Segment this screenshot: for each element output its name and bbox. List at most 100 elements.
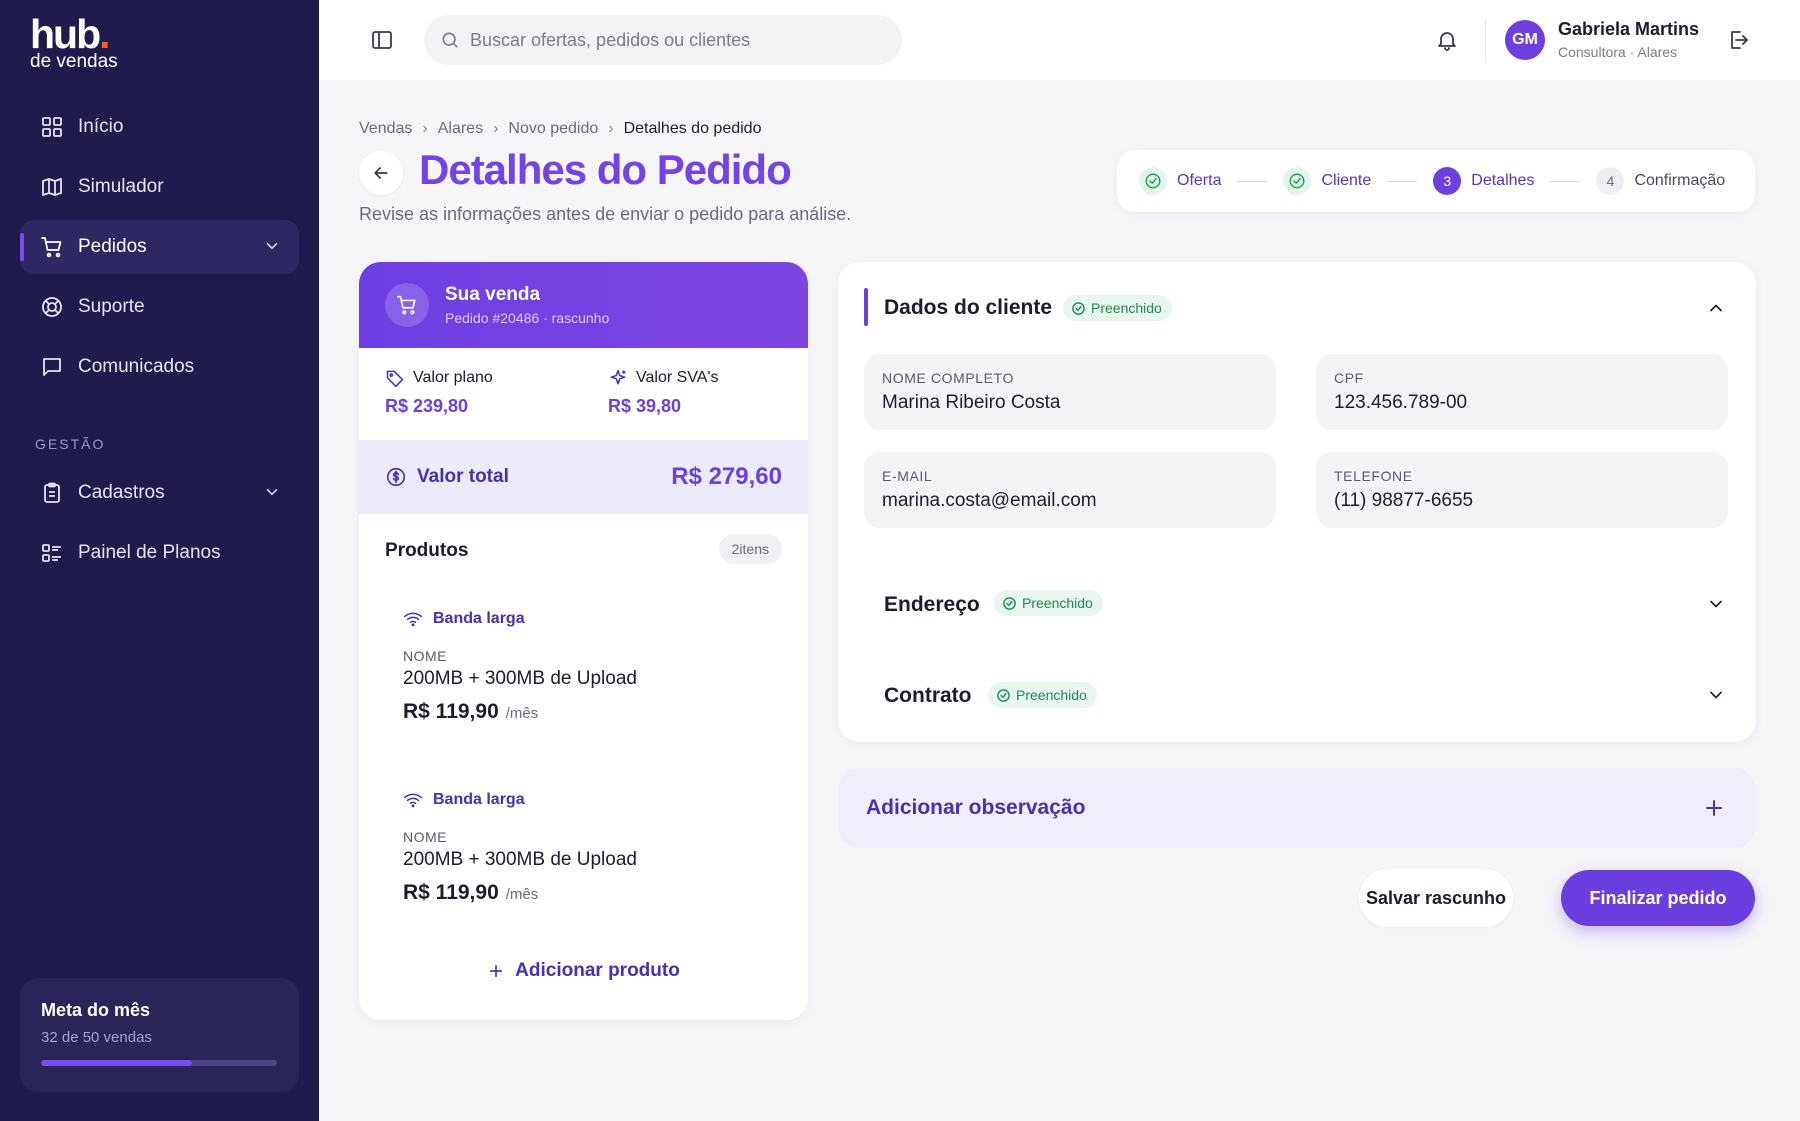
contract-section-title[interactable]: Contrato [884,684,972,708]
sidebar-item-suporte[interactable]: Suporte [20,280,299,334]
breadcrumb-item-current: Detalhes do pedido [623,120,762,137]
arrow-left-icon [374,167,388,179]
sidebar-item-label: Início [78,116,124,137]
step-label: Confirmação [1634,172,1726,189]
logo-sub: de vendas [30,51,118,72]
chevron-down-icon[interactable] [1706,685,1726,705]
sidebar-toggle-icon[interactable] [370,28,394,52]
sparkles-icon [610,369,626,385]
sidebar-item-simulador[interactable]: Simulador [20,160,299,214]
grid-icon [42,117,62,137]
breadcrumb-item-novo-pedido[interactable]: Novo pedido [508,120,598,138]
field-label: CPF [1334,370,1364,386]
add-product-button[interactable]: Adicionar produto [359,960,808,982]
sidebar-item-label: Pedidos [78,236,147,257]
back-button[interactable] [359,151,403,195]
step-detalhes[interactable]: 3 Detalhes [1433,167,1534,195]
products-title: Produtos [385,540,469,561]
cart-icon [397,295,416,315]
sidebar-item-label: Painel de Planos [78,542,221,563]
user-avatar[interactable]: GM [1505,20,1545,60]
values-row: Valor plano R$ 239,80 Valor SVA's R$ 39,… [359,348,808,440]
field-value: (11) 98877-6655 [1334,490,1474,511]
list-icon [42,544,61,562]
chevron-up-icon[interactable] [1706,298,1726,318]
sidebar-item-pedidos[interactable]: Pedidos [20,220,299,274]
check-circle-icon [997,688,1010,702]
goal-progress-fill [41,1060,193,1066]
wifi-icon [403,793,423,808]
product-period: /mês [505,886,539,903]
address-section-title[interactable]: Endereço [884,593,980,617]
breadcrumb-item-alares[interactable]: Alares [438,120,483,138]
sidebar-item-label: Cadastros [78,482,165,503]
items-count-badge: 2itens [718,534,782,564]
section-label-gestao: GESTÃO [35,436,106,452]
sale-title: Sua venda [445,284,541,305]
product-name: 200MB + 300MB de Upload [403,668,637,689]
check-circle-icon [1145,173,1161,189]
logout-icon[interactable] [1726,28,1750,52]
page-title: Detalhes do Pedido [419,146,792,193]
step-cliente[interactable]: Cliente [1283,167,1371,195]
search-input[interactable] [470,29,870,51]
save-draft-button[interactable]: Salvar rascunho [1359,869,1513,927]
sva-value-amount: R$ 39,80 [608,396,682,416]
client-section-title[interactable]: Dados do cliente [884,296,1052,320]
goal-title: Meta do mês [41,1000,151,1020]
breadcrumb-item-vendas[interactable]: Vendas [359,120,412,138]
page-subtitle: Revise as informações antes de enviar o … [359,204,852,224]
observation-title: Adicionar observação [866,796,1086,819]
topbar-divider [1485,20,1486,62]
dollar-circle-icon [386,467,406,487]
field-value: Marina Ribeiro Costa [882,392,1061,413]
sva-value-block: Valor SVA's R$ 39,80 [608,368,719,417]
plan-value-block: Valor plano R$ 239,80 [385,368,493,417]
total-label: Valor total [417,466,509,487]
chevron-down-icon [266,243,278,250]
step-check-circle [1283,167,1312,195]
cart-badge [385,283,429,327]
cpf-field[interactable]: CPF 123.456.789-00 [1316,354,1728,430]
add-observation-card[interactable]: Adicionar observação [838,768,1756,848]
step-label: Oferta [1177,172,1222,189]
finish-order-button[interactable]: Finalizar pedido [1561,870,1755,926]
cart-icon [41,237,62,258]
chevron-down-icon [266,489,278,496]
step-number: 3 [1433,167,1462,195]
field-value: marina.costa@email.com [882,490,1097,511]
client-details-card: Dados do cliente Preenchido NOME COMPLET… [838,262,1756,742]
product-type: Banda larga [433,791,525,808]
sale-summary-card: Sua venda Pedido #20486 · rascunho Valor… [359,262,808,1020]
sale-subtitle: Pedido #20486 · rascunho [445,310,610,326]
step-check-circle [1139,167,1167,195]
total-value: R$ 279,60 [671,463,782,490]
notification-bell-icon[interactable] [1435,28,1459,52]
sidebar-item-inicio[interactable]: Início [20,100,299,154]
search-bar[interactable] [424,15,902,65]
sidebar-item-painel-de-planos[interactable]: Painel de Planos [20,526,299,580]
phone-field[interactable]: TELEFONE (11) 98877-6655 [1316,452,1728,528]
sidebar-item-comunicados[interactable]: Comunicados [20,340,299,394]
step-confirmacao[interactable]: 4 Confirmação [1596,167,1725,195]
products-header: Produtos 2itens [359,514,808,586]
step-connector [1237,180,1268,182]
field-value: 123.456.789-00 [1334,392,1468,413]
add-product-label: Adicionar produto [515,960,680,981]
order-stepper: Oferta Cliente 3 Detalhes 4 Confirmação [1117,150,1755,212]
product-item[interactable]: Banda larga NOME 200MB + 300MB de Upload… [403,610,637,724]
sva-value-label: Valor SVA's [636,369,719,386]
chevron-down-icon[interactable] [1706,594,1726,614]
step-connector [1387,180,1418,182]
step-label: Detalhes [1471,172,1535,189]
sidebar-item-cadastros[interactable]: Cadastros [20,466,299,520]
product-price: R$ 119,90 [403,700,499,723]
email-field[interactable]: E-MAIL marina.costa@email.com [864,452,1276,528]
clipboard-icon [44,482,60,503]
logo[interactable]: hub. de vendas [30,12,118,72]
step-oferta[interactable]: Oferta [1139,167,1221,195]
full-name-field[interactable]: NOME COMPLETO Marina Ribeiro Costa [864,354,1276,430]
status-text: Preenchido [1016,687,1087,703]
address-status-badge: Preenchido [994,590,1103,616]
product-item[interactable]: Banda larga NOME 200MB + 300MB de Upload… [403,791,637,905]
